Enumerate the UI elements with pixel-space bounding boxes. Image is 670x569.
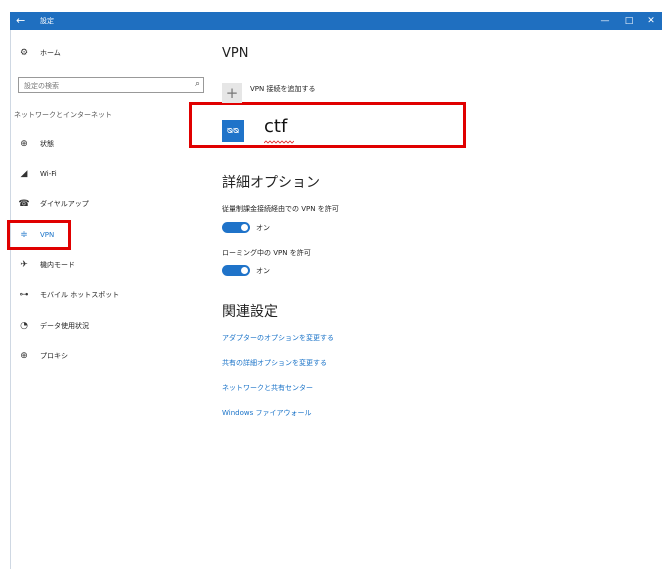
spellcheck-squiggle — [264, 140, 294, 144]
windows-firewall-link[interactable]: Windows ファイアウォール — [222, 408, 311, 418]
metered-toggle[interactable] — [222, 222, 250, 233]
plus-icon: + — [225, 84, 239, 102]
metered-toggle-state: オン — [256, 224, 270, 232]
roaming-option-label: ローミング中の VPN を許可 — [222, 249, 311, 257]
add-vpn-button[interactable]: + — [222, 83, 242, 103]
vpn-connection-icon[interactable]: ᴓᴓ — [222, 120, 244, 142]
vpn-connection-name[interactable]: ctf — [264, 116, 287, 137]
adapter-options-link[interactable]: アダプターのオプションを変更する — [222, 333, 334, 343]
vpn-glyph: ᴓᴓ — [226, 126, 240, 136]
network-sharing-center-link[interactable]: ネットワークと共有センター — [222, 383, 313, 393]
advanced-options-heading: 詳細オプション — [222, 175, 320, 191]
roaming-toggle-state: オン — [256, 267, 270, 275]
add-vpn-label[interactable]: VPN 接続を追加する — [250, 83, 315, 95]
page-title: VPN — [222, 46, 249, 61]
roaming-toggle[interactable] — [222, 265, 250, 276]
metered-option-label: 従量制課金接続経由での VPN を許可 — [222, 205, 339, 213]
main-content: VPN + VPN 接続を追加する ᴓᴓ ctf 詳細オプション 従量制課金接続… — [0, 0, 670, 569]
related-settings-heading: 関連設定 — [222, 304, 278, 320]
advanced-sharing-link[interactable]: 共有の詳細オプションを変更する — [222, 358, 327, 368]
